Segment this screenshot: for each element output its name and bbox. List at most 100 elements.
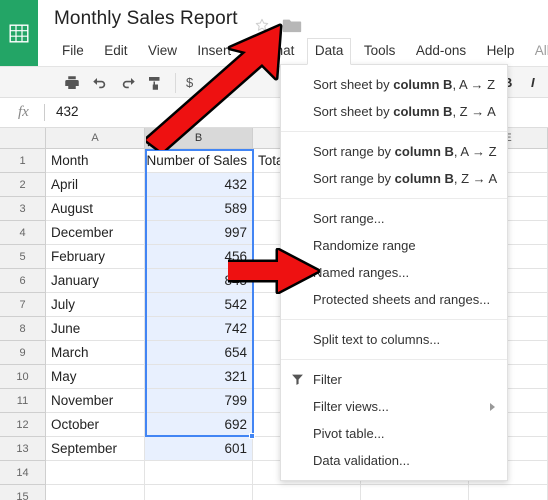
selection-fill-handle[interactable] — [249, 433, 255, 439]
cell-b9[interactable]: 654 — [145, 341, 253, 365]
paint-format-icon[interactable] — [146, 74, 164, 92]
cell-a2[interactable]: April — [46, 173, 145, 197]
cell-b14[interactable] — [145, 461, 253, 485]
formula-bar-divider — [44, 104, 45, 121]
menu-item-addons[interactable]: Add-ons — [408, 38, 474, 64]
column-header-a[interactable]: A — [46, 128, 145, 149]
menu-item-label-strong: column B — [393, 104, 453, 119]
menu-item-filter-views[interactable]: Filter views... — [281, 393, 507, 420]
cell-a13[interactable]: September — [46, 437, 145, 461]
row-header[interactable]: 7 — [0, 293, 46, 317]
cell-b15[interactable] — [145, 485, 253, 500]
title-bar: Monthly Sales Report File Edit View Inse… — [0, 0, 548, 66]
cell-a5[interactable]: February — [46, 245, 145, 269]
menu-item-label: Sort range by — [313, 171, 395, 186]
row-header[interactable]: 3 — [0, 197, 46, 221]
menu-item-protected-sheets-and-ranges[interactable]: Protected sheets and ranges... — [281, 286, 507, 313]
row-header[interactable]: 15 — [0, 485, 46, 500]
row-header[interactable]: 10 — [0, 365, 46, 389]
currency-format-button[interactable]: $ — [186, 75, 193, 90]
row-header[interactable]: 6 — [0, 269, 46, 293]
menu-item-split-text-to-columns[interactable]: Split text to columns... — [281, 326, 507, 353]
menu-item-sort-range[interactable]: Sort range... — [281, 205, 507, 232]
row-header[interactable]: 13 — [0, 437, 46, 461]
menu-item-label: Pivot table... — [313, 426, 385, 441]
undo-icon[interactable] — [91, 74, 109, 92]
cell-a14[interactable] — [46, 461, 145, 485]
cell-b2[interactable]: 432 — [145, 173, 253, 197]
menu-item-randomize-range[interactable]: Randomize range — [281, 232, 507, 259]
star-outline-icon[interactable] — [254, 17, 270, 33]
menu-item-label: Filter views... — [313, 399, 389, 414]
menu-item-data[interactable]: Data — [306, 38, 352, 65]
menu-item-format[interactable]: Format — [244, 38, 303, 64]
menu-item-edit[interactable]: Edit — [96, 38, 135, 64]
cell-b13[interactable]: 601 — [145, 437, 253, 461]
italic-button[interactable]: I — [531, 75, 535, 90]
cell-e15[interactable] — [469, 485, 548, 500]
cell-b3[interactable]: 589 — [145, 197, 253, 221]
save-status-text: All change — [534, 43, 548, 58]
cell-c15[interactable] — [253, 485, 361, 500]
cell-b4[interactable]: 997 — [145, 221, 253, 245]
menu-item-file[interactable]: File — [54, 38, 92, 64]
redo-icon[interactable] — [119, 74, 137, 92]
cell-a15[interactable] — [46, 485, 145, 500]
cell-a9[interactable]: March — [46, 341, 145, 365]
row-header[interactable]: 4 — [0, 221, 46, 245]
row-header[interactable]: 9 — [0, 341, 46, 365]
menu-separator — [281, 131, 507, 132]
cell-a4[interactable]: December — [46, 221, 145, 245]
menu-item-pivot-table[interactable]: Pivot table... — [281, 420, 507, 447]
cell-a7[interactable]: July — [46, 293, 145, 317]
cell-b11[interactable]: 799 — [145, 389, 253, 413]
menu-item-label: Sort range by — [313, 144, 395, 159]
menu-item-sort-range-by-column-b-z-to-a[interactable]: Sort range by column B, Z → A — [281, 165, 507, 192]
row-header[interactable]: 5 — [0, 245, 46, 269]
cell-a1[interactable]: Month — [46, 149, 145, 173]
cell-d15[interactable] — [361, 485, 469, 500]
cell-b7[interactable]: 542 — [145, 293, 253, 317]
menu-separator — [281, 359, 507, 360]
menu-item-sort-range-by-column-b-a-to-z[interactable]: Sort range by column B, A → Z — [281, 138, 507, 165]
row-header[interactable]: 2 — [0, 173, 46, 197]
row-header[interactable]: 8 — [0, 317, 46, 341]
cell-b1[interactable]: Number of Sales — [145, 149, 253, 173]
cell-a8[interactable]: June — [46, 317, 145, 341]
cell-a12[interactable]: October — [46, 413, 145, 437]
row-header[interactable]: 12 — [0, 413, 46, 437]
menu-item-view[interactable]: View — [140, 38, 185, 64]
row-header[interactable]: 1 — [0, 149, 46, 173]
menu-item-label: Sort sheet by — [313, 77, 394, 92]
formula-input[interactable]: 432 — [56, 104, 79, 119]
cell-b12[interactable]: 692 — [145, 413, 253, 437]
row-header[interactable]: 14 — [0, 461, 46, 485]
cell-a6[interactable]: January — [46, 269, 145, 293]
menu-item-data-validation[interactable]: Data validation... — [281, 447, 507, 474]
menu-item-tools[interactable]: Tools — [356, 38, 404, 64]
print-icon[interactable] — [63, 74, 81, 92]
menu-item-help[interactable]: Help — [479, 38, 523, 64]
column-header-b[interactable]: B — [145, 128, 253, 149]
row-header[interactable]: 11 — [0, 389, 46, 413]
cell-a11[interactable]: November — [46, 389, 145, 413]
cell-a10[interactable]: May — [46, 365, 145, 389]
document-title[interactable]: Monthly Sales Report — [54, 8, 238, 30]
menu-item-sort-sheet-by-column-b-a-to-z[interactable]: Sort sheet by column B, A → Z — [281, 71, 507, 98]
menu-item-insert[interactable]: Insert — [189, 38, 239, 64]
cell-b6[interactable]: 845 — [145, 269, 253, 293]
cell-b5[interactable]: 456 — [145, 245, 253, 269]
cell-b8[interactable]: 742 — [145, 317, 253, 341]
percent-format-button[interactable]: % — [211, 75, 223, 90]
menu-item-named-ranges[interactable]: Named ranges... — [281, 259, 507, 286]
cell-a3[interactable]: August — [46, 197, 145, 221]
menu-item-sort-sheet-by-column-b-z-to-a[interactable]: Sort sheet by column B, Z → A — [281, 98, 507, 125]
cell-b10[interactable]: 321 — [145, 365, 253, 389]
menu-item-filter[interactable]: Filter — [281, 366, 507, 393]
select-all-corner[interactable] — [0, 128, 46, 149]
folder-icon[interactable] — [282, 18, 302, 33]
menu-item-label-suffix: , Z → A — [452, 104, 496, 119]
sheets-logo[interactable] — [0, 0, 38, 66]
menu-item-label: Named ranges... — [313, 265, 410, 280]
menu-item-label-strong: column B — [394, 171, 454, 186]
